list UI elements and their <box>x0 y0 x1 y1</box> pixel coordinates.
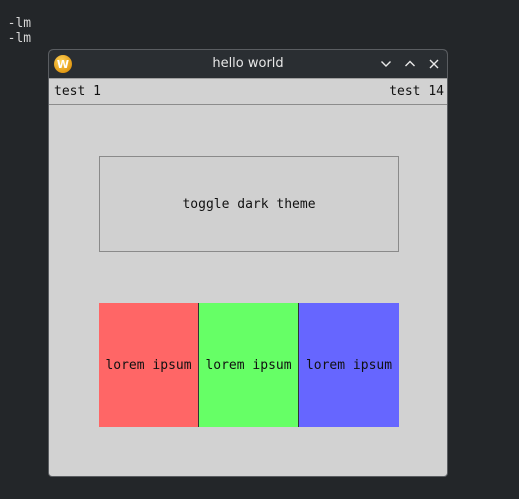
terminal-line: w -lm <box>7 16 32 31</box>
blue-panel[interactable]: lorem ipsum <box>299 303 399 427</box>
toggle-dark-theme-button[interactable]: toggle dark theme <box>99 156 399 252</box>
app-window: W hello world test 1 test 14 toggle dark… <box>48 49 448 477</box>
close-icon[interactable] <box>426 56 442 72</box>
menu-bar: test 1 test 14 <box>49 78 447 105</box>
menu-item-test-14[interactable]: test 14 <box>389 79 444 104</box>
red-panel[interactable]: lorem ipsum <box>99 303 199 427</box>
minimize-icon[interactable] <box>378 56 394 72</box>
menu-item-test-1[interactable]: test 1 <box>54 79 101 104</box>
title-bar[interactable]: W hello world <box>49 50 447 78</box>
green-panel[interactable]: lorem ipsum <box>199 303 299 427</box>
maximize-icon[interactable] <box>402 56 418 72</box>
terminal-line: w -lm <box>7 31 32 46</box>
color-panels: lorem ipsum lorem ipsum lorem ipsum <box>99 303 399 427</box>
